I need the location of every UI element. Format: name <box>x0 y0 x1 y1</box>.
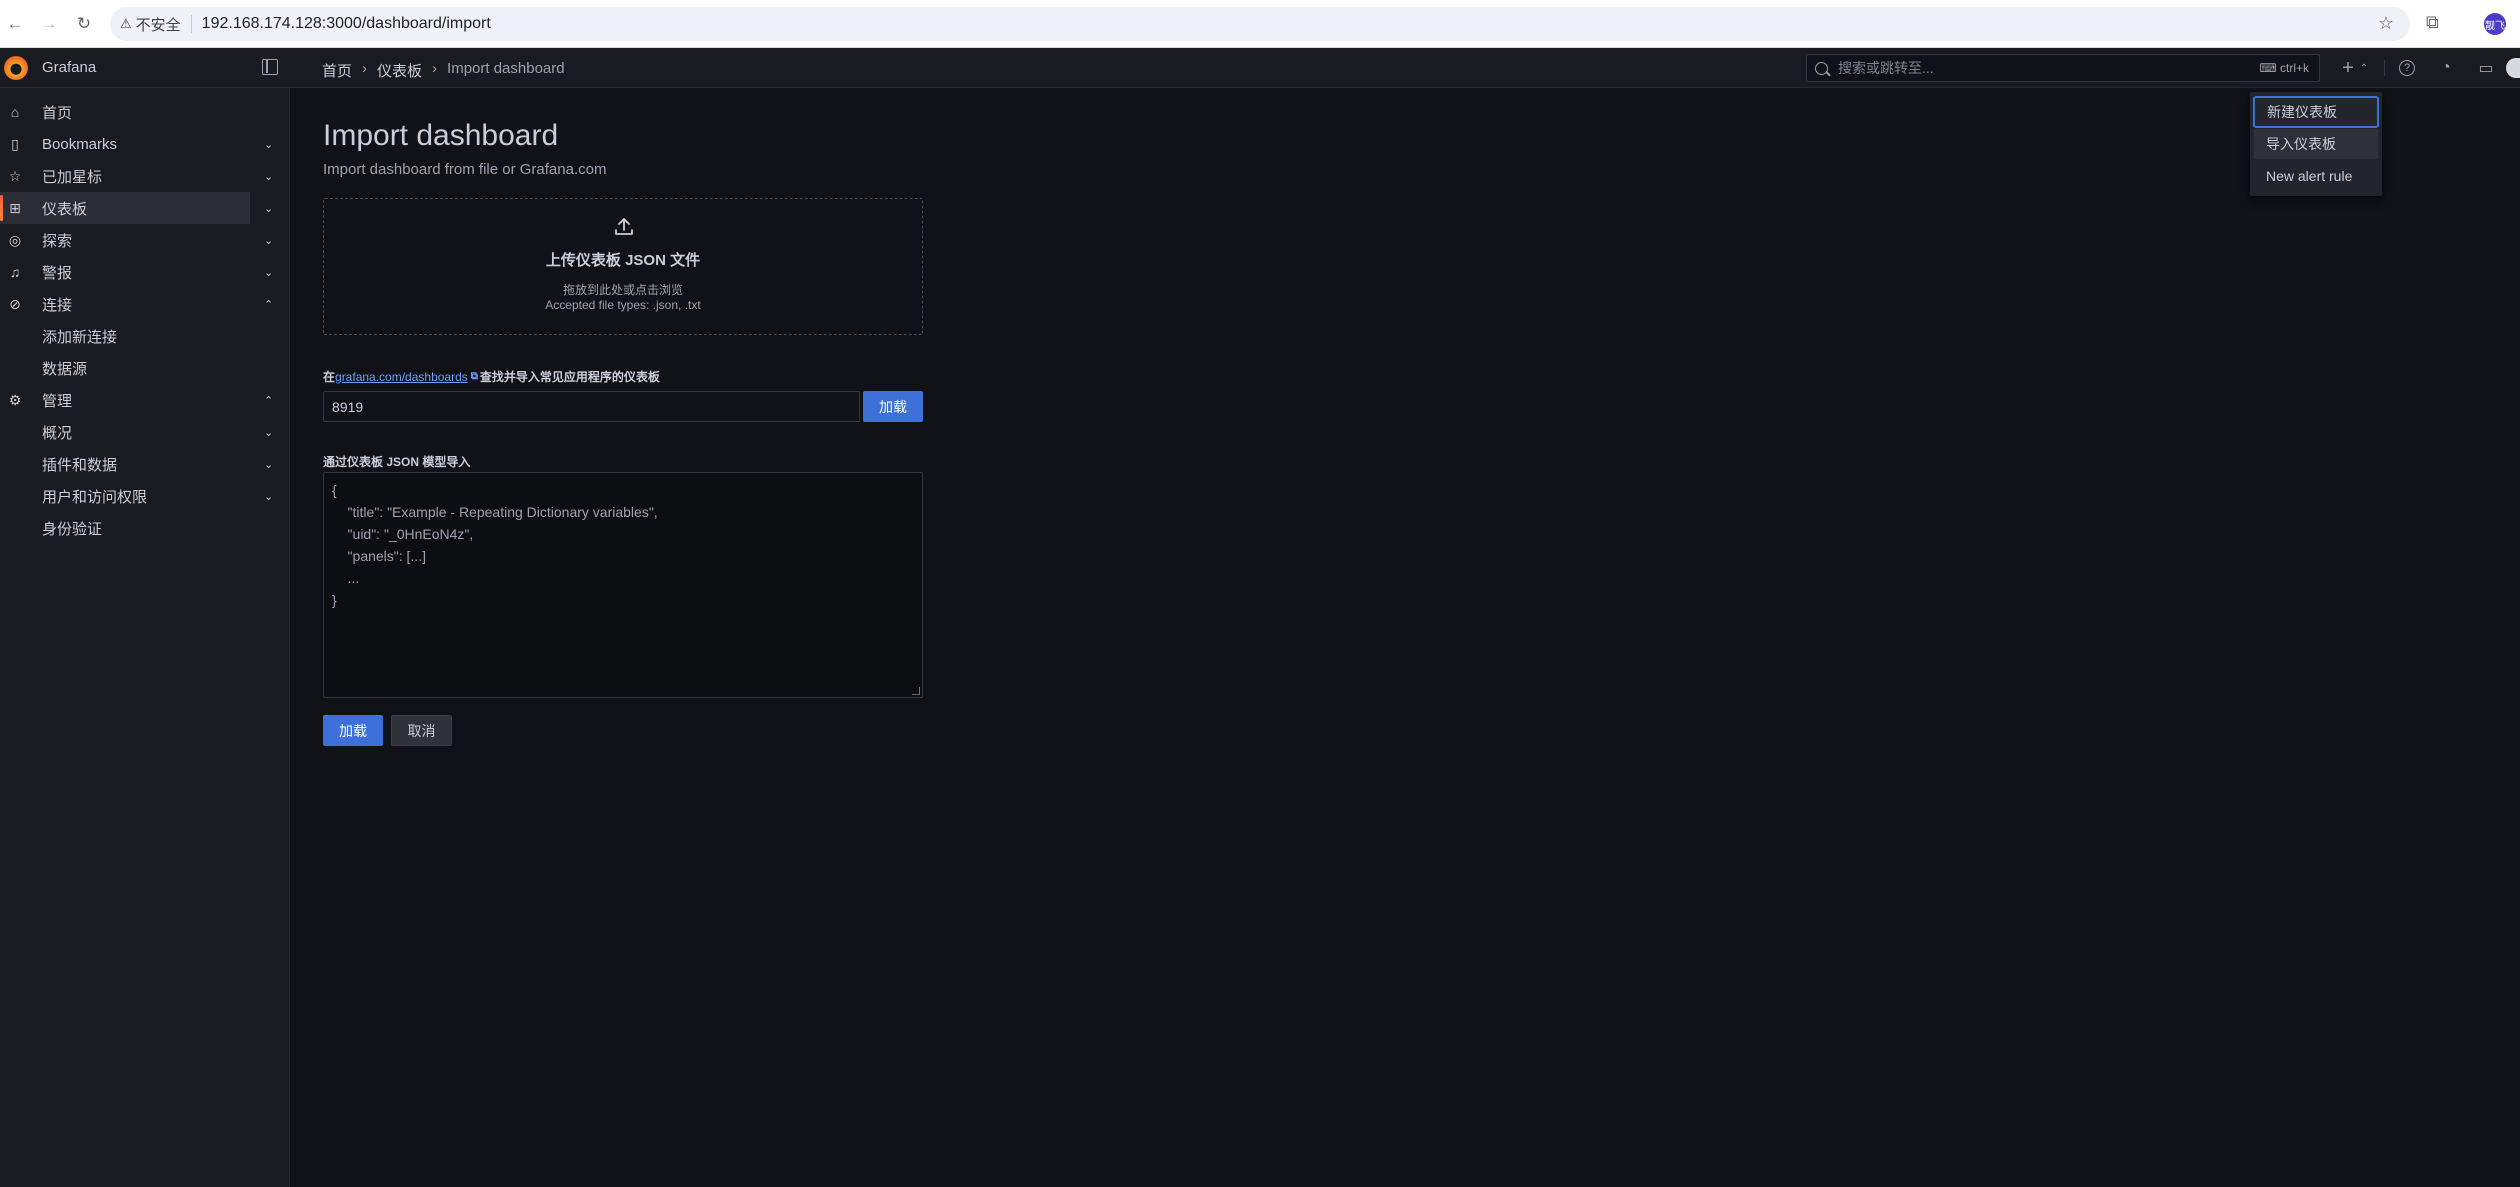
chevron-up-icon[interactable]: ⌃ <box>2354 58 2374 78</box>
search-shortcut: ⌨ ctrl+k <box>2259 61 2309 75</box>
breadcrumb: 首页 › 仪表板 › Import dashboard <box>322 60 565 81</box>
chevron-down-icon[interactable]: ⌄ <box>264 458 273 471</box>
chevron-down-icon[interactable]: ⌄ <box>264 202 273 215</box>
breadcrumb-home[interactable]: 首页 <box>322 60 352 81</box>
sidebar-item-add-connection[interactable]: 添加新连接 <box>0 320 290 352</box>
chevron-down-icon[interactable]: ⌄ <box>264 266 273 279</box>
chevron-down-icon[interactable]: ⌄ <box>264 138 273 151</box>
chevron-down-icon[interactable]: ⌄ <box>264 234 273 247</box>
search-icon <box>1815 61 1828 75</box>
star-icon: ☆ <box>8 167 22 184</box>
dock-menu-icon[interactable] <box>262 59 278 75</box>
menu-item-import-dashboard[interactable]: 导入仪表板 <box>2254 129 2378 159</box>
kiosk-monitor-icon[interactable]: ▭ <box>2476 58 2496 78</box>
security-warning[interactable]: ⚠ 不安全 <box>120 14 181 35</box>
breadcrumb-separator-icon: › <box>362 60 368 77</box>
sidebar-nav: ⌂ 首页 ▯ Bookmarks ⌄ ☆ 已加星标 ⌄ ⊞ 仪表板 ⌄ ◎ 探索… <box>0 88 290 1187</box>
forward-icon[interactable]: → <box>37 12 61 36</box>
upload-hint: 拖放到此处或点击浏览 <box>562 283 683 297</box>
gear-icon: ⚙ <box>8 391 22 408</box>
breadcrumb-separator-icon: › <box>432 60 438 77</box>
upload-icon <box>615 218 633 235</box>
resize-handle-icon[interactable] <box>912 687 920 695</box>
page-title: Import dashboard <box>323 119 559 152</box>
chevron-up-icon[interactable]: ⌃ <box>264 298 273 311</box>
file-upload-dropzone[interactable]: 上传仪表板 JSON 文件 拖放到此处或点击浏览 Accepted file t… <box>323 198 923 335</box>
json-model-placeholder: { "title": "Example - Repeating Dictiona… <box>332 482 658 608</box>
sidebar-item-home[interactable]: ⌂ 首页 <box>0 96 290 128</box>
new-dropdown-menu: 新建仪表板 导入仪表板 New alert rule <box>2250 92 2382 196</box>
sidebar-item-authentication[interactable]: 身份验证 <box>0 512 290 544</box>
brand-name: Grafana <box>42 59 97 76</box>
grafana-com-id-input[interactable] <box>323 391 860 422</box>
grafana-com-link[interactable]: grafana.com/dashboards <box>335 370 468 384</box>
compass-icon: ◎ <box>8 231 22 248</box>
home-icon: ⌂ <box>10 104 20 120</box>
search-input[interactable]: 搜索或跳转至... ⌨ ctrl+k <box>1806 54 2320 82</box>
sidebar-item-connections[interactable]: ⊘ 连接 ⌃ <box>0 288 290 320</box>
grafana-logo-icon[interactable] <box>4 56 28 80</box>
bookmark-star-icon[interactable]: ☆ <box>2378 13 2394 34</box>
load-button[interactable]: 加载 <box>323 715 383 746</box>
link-icon: ⊘ <box>9 295 21 312</box>
browser-toolbar: ← → ↻ ⚠ 不安全 192.168.174.128:3000/dashboa… <box>0 0 2520 48</box>
grafana-com-load-button[interactable]: 加载 <box>863 391 923 422</box>
menu-item-new-dashboard[interactable]: 新建仪表板 <box>2254 97 2378 127</box>
bookmark-icon: ▯ <box>11 135 19 152</box>
bell-icon: ♫ <box>9 264 21 280</box>
sidebar-item-users-and-access[interactable]: 用户和访问权限 ⌄ <box>0 480 290 512</box>
sidebar-item-dashboards[interactable]: ⊞ 仪表板 ⌄ <box>0 192 273 224</box>
profile-avatar[interactable]: 靓飞 <box>2484 13 2506 35</box>
chevron-down-icon[interactable]: ⌄ <box>264 490 273 503</box>
chevron-up-icon[interactable]: ⌃ <box>264 394 273 407</box>
upload-title: 上传仪表板 JSON 文件 <box>545 252 701 269</box>
news-feed-icon[interactable]: ◔ <box>2436 58 2456 78</box>
url-text[interactable]: 192.168.174.128:3000/dashboard/import <box>202 15 491 33</box>
json-model-textarea[interactable]: { "title": "Example - Repeating Dictiona… <box>323 472 923 698</box>
cancel-button[interactable]: 取消 <box>391 715 452 746</box>
breadcrumb-dashboards[interactable]: 仪表板 <box>377 60 422 81</box>
external-link-icon: ⧉ <box>470 371 478 382</box>
sidebar-item-explore[interactable]: ◎ 探索 ⌄ <box>0 224 290 256</box>
menu-item-new-alert-rule[interactable]: New alert rule <box>2254 161 2378 191</box>
chevron-down-icon[interactable]: ⌄ <box>264 426 273 439</box>
apps-icon: ⊞ <box>9 199 21 216</box>
json-model-label: 通过仪表板 JSON 模型导入 <box>323 455 471 469</box>
user-avatar[interactable] <box>2506 58 2520 78</box>
warning-icon: ⚠ <box>120 16 132 31</box>
extensions-icon[interactable]: ⧉ <box>2426 12 2439 33</box>
upload-accepted-types: Accepted file types: .json, .txt <box>545 298 701 312</box>
sidebar-item-administration[interactable]: ⚙ 管理 ⌃ <box>0 384 290 416</box>
sidebar-item-data-sources[interactable]: 数据源 <box>0 352 290 384</box>
back-icon[interactable]: ← <box>3 12 27 36</box>
sidebar-item-starred[interactable]: ☆ 已加星标 ⌄ <box>0 160 290 192</box>
page-subtitle: Import dashboard from file or Grafana.co… <box>323 161 607 178</box>
sidebar-item-bookmarks[interactable]: ▯ Bookmarks ⌄ <box>0 128 290 160</box>
grafana-com-label: 在 grafana.com/dashboards ⧉ 查找并导入常见应用程序的仪… <box>323 369 660 385</box>
sidebar-item-plugins-and-data[interactable]: 插件和数据 ⌄ <box>0 448 290 480</box>
breadcrumb-current: Import dashboard <box>447 60 565 77</box>
reload-icon[interactable]: ↻ <box>72 12 96 36</box>
sidebar-item-general[interactable]: 概况 ⌄ <box>0 416 290 448</box>
help-icon[interactable]: ? <box>2399 60 2415 76</box>
sidebar-item-alerting[interactable]: ♫ 警报 ⌄ <box>0 256 290 288</box>
chevron-down-icon[interactable]: ⌄ <box>264 170 273 183</box>
grafana-topbar: Grafana 首页 › 仪表板 › Import dashboard 搜索或跳… <box>0 48 2520 88</box>
main-content: Import dashboard Import dashboard from f… <box>290 88 2520 1187</box>
address-bar[interactable]: ⚠ 不安全 192.168.174.128:3000/dashboard/imp… <box>110 7 2410 41</box>
